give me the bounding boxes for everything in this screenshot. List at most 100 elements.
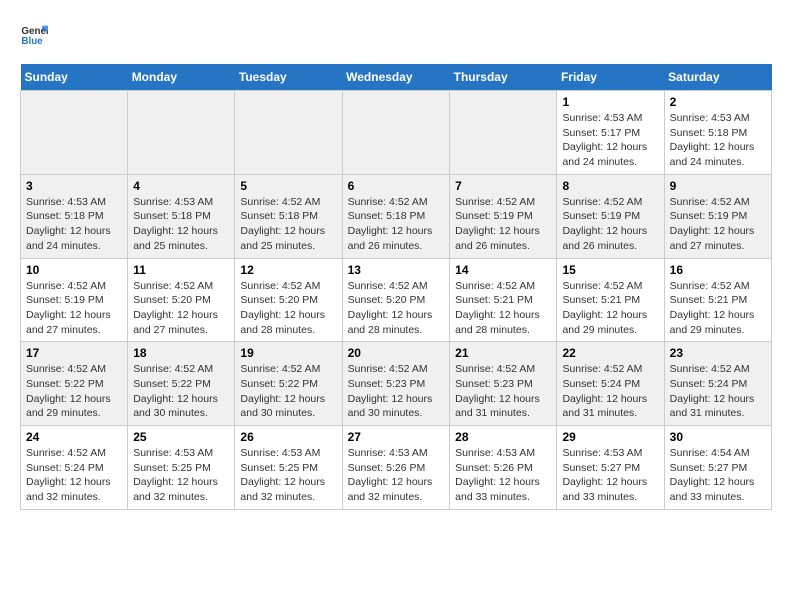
day-info: Sunrise: 4:52 AM Sunset: 5:20 PM Dayligh…	[348, 279, 445, 338]
calendar-day-empty	[21, 91, 128, 175]
day-number: 23	[670, 346, 766, 360]
calendar-day-14: 14Sunrise: 4:52 AM Sunset: 5:21 PM Dayli…	[450, 258, 557, 342]
header-friday: Friday	[557, 64, 664, 91]
day-number: 17	[26, 346, 122, 360]
day-number: 22	[562, 346, 658, 360]
day-info: Sunrise: 4:53 AM Sunset: 5:25 PM Dayligh…	[133, 446, 229, 505]
header-wednesday: Wednesday	[342, 64, 450, 91]
header-saturday: Saturday	[664, 64, 771, 91]
header-thursday: Thursday	[450, 64, 557, 91]
header-sunday: Sunday	[21, 64, 128, 91]
day-number: 8	[562, 179, 658, 193]
day-number: 21	[455, 346, 551, 360]
day-info: Sunrise: 4:53 AM Sunset: 5:25 PM Dayligh…	[240, 446, 336, 505]
day-number: 1	[562, 95, 658, 109]
calendar-day-25: 25 Sunrise: 4:53 AM Sunset: 5:25 PM Dayli…	[128, 426, 235, 510]
calendar-day-19: 19Sunrise: 4:52 AM Sunset: 5:22 PM Dayli…	[235, 342, 342, 426]
day-info: Sunrise: 4:52 AM Sunset: 5:20 PM Dayligh…	[240, 279, 336, 338]
calendar-day-27: 27Sunrise: 4:53 AM Sunset: 5:26 PM Dayli…	[342, 426, 450, 510]
day-number: 30	[670, 430, 766, 444]
calendar-day-empty	[450, 91, 557, 175]
day-info: Sunrise: 4:52 AM Sunset: 5:18 PM Dayligh…	[348, 195, 445, 254]
calendar-day-10: 10 Sunrise: 4:52 AM Sunset: 5:19 PM Dayli…	[21, 258, 128, 342]
logo: General Blue	[20, 20, 52, 48]
calendar-day-20: 20 Sunrise: 4:52 AM Sunset: 5:23 PM Dayli…	[342, 342, 450, 426]
day-info: Sunrise: 4:54 AM Sunset: 5:27 PM Dayligh…	[670, 446, 766, 505]
calendar-day-17: 17 Sunrise: 4:52 AM Sunset: 5:22 PM Dayli…	[21, 342, 128, 426]
calendar-day-29: 29 Sunrise: 4:53 AM Sunset: 5:27 PM Dayli…	[557, 426, 664, 510]
calendar-week-3: 10 Sunrise: 4:52 AM Sunset: 5:19 PM Dayli…	[21, 258, 772, 342]
day-info: Sunrise: 4:52 AM Sunset: 5:24 PM Dayligh…	[26, 446, 122, 505]
day-number: 2	[670, 95, 766, 109]
day-number: 26	[240, 430, 336, 444]
day-number: 10	[26, 263, 122, 277]
day-number: 18	[133, 346, 229, 360]
calendar-header-row: SundayMondayTuesdayWednesdayThursdayFrid…	[21, 64, 772, 91]
day-info: Sunrise: 4:53 AM Sunset: 5:18 PM Dayligh…	[133, 195, 229, 254]
day-number: 5	[240, 179, 336, 193]
day-info: Sunrise: 4:52 AM Sunset: 5:23 PM Dayligh…	[348, 362, 445, 421]
day-number: 16	[670, 263, 766, 277]
day-info: Sunrise: 4:52 AM Sunset: 5:22 PM Dayligh…	[133, 362, 229, 421]
calendar-day-7: 7 Sunrise: 4:52 AM Sunset: 5:19 PM Daylig…	[450, 174, 557, 258]
day-info: Sunrise: 4:52 AM Sunset: 5:21 PM Dayligh…	[455, 279, 551, 338]
calendar-week-4: 17 Sunrise: 4:52 AM Sunset: 5:22 PM Dayli…	[21, 342, 772, 426]
day-number: 7	[455, 179, 551, 193]
day-info: Sunrise: 4:52 AM Sunset: 5:19 PM Dayligh…	[670, 195, 766, 254]
calendar-day-15: 15 Sunrise: 4:52 AM Sunset: 5:21 PM Dayli…	[557, 258, 664, 342]
header-monday: Monday	[128, 64, 235, 91]
day-info: Sunrise: 4:52 AM Sunset: 5:19 PM Dayligh…	[562, 195, 658, 254]
calendar-day-8: 8 Sunrise: 4:52 AM Sunset: 5:19 PM Daylig…	[557, 174, 664, 258]
day-info: Sunrise: 4:52 AM Sunset: 5:22 PM Dayligh…	[26, 362, 122, 421]
calendar-day-18: 18 Sunrise: 4:52 AM Sunset: 5:22 PM Dayli…	[128, 342, 235, 426]
calendar-day-28: 28 Sunrise: 4:53 AM Sunset: 5:26 PM Dayli…	[450, 426, 557, 510]
calendar-day-16: 16 Sunrise: 4:52 AM Sunset: 5:21 PM Dayli…	[664, 258, 771, 342]
day-number: 28	[455, 430, 551, 444]
calendar-day-21: 21Sunrise: 4:52 AM Sunset: 5:23 PM Dayli…	[450, 342, 557, 426]
calendar-day-1: 1 Sunrise: 4:53 AM Sunset: 5:17 PM Daylig…	[557, 91, 664, 175]
calendar-day-30: 30 Sunrise: 4:54 AM Sunset: 5:27 PM Dayli…	[664, 426, 771, 510]
calendar-day-12: 12Sunrise: 4:52 AM Sunset: 5:20 PM Dayli…	[235, 258, 342, 342]
day-info: Sunrise: 4:52 AM Sunset: 5:19 PM Dayligh…	[26, 279, 122, 338]
calendar-day-24: 24Sunrise: 4:52 AM Sunset: 5:24 PM Dayli…	[21, 426, 128, 510]
day-number: 20	[348, 346, 445, 360]
calendar-day-3: 3Sunrise: 4:53 AM Sunset: 5:18 PM Daylig…	[21, 174, 128, 258]
calendar-day-11: 11 Sunrise: 4:52 AM Sunset: 5:20 PM Dayli…	[128, 258, 235, 342]
calendar-day-empty	[342, 91, 450, 175]
page-header: General Blue	[20, 20, 772, 48]
day-number: 27	[348, 430, 445, 444]
day-info: Sunrise: 4:52 AM Sunset: 5:21 PM Dayligh…	[562, 279, 658, 338]
day-info: Sunrise: 4:53 AM Sunset: 5:27 PM Dayligh…	[562, 446, 658, 505]
day-number: 9	[670, 179, 766, 193]
svg-text:Blue: Blue	[21, 36, 43, 47]
day-number: 13	[348, 263, 445, 277]
day-info: Sunrise: 4:52 AM Sunset: 5:19 PM Dayligh…	[455, 195, 551, 254]
day-number: 4	[133, 179, 229, 193]
calendar-week-1: 1 Sunrise: 4:53 AM Sunset: 5:17 PM Daylig…	[21, 91, 772, 175]
calendar-day-23: 23 Sunrise: 4:52 AM Sunset: 5:24 PM Dayli…	[664, 342, 771, 426]
day-info: Sunrise: 4:52 AM Sunset: 5:20 PM Dayligh…	[133, 279, 229, 338]
calendar-day-empty	[128, 91, 235, 175]
day-info: Sunrise: 4:52 AM Sunset: 5:22 PM Dayligh…	[240, 362, 336, 421]
day-info: Sunrise: 4:52 AM Sunset: 5:21 PM Dayligh…	[670, 279, 766, 338]
day-info: Sunrise: 4:52 AM Sunset: 5:24 PM Dayligh…	[670, 362, 766, 421]
calendar-week-5: 24Sunrise: 4:52 AM Sunset: 5:24 PM Dayli…	[21, 426, 772, 510]
day-info: Sunrise: 4:53 AM Sunset: 5:17 PM Dayligh…	[562, 111, 658, 170]
day-number: 15	[562, 263, 658, 277]
day-info: Sunrise: 4:52 AM Sunset: 5:18 PM Dayligh…	[240, 195, 336, 254]
day-info: Sunrise: 4:53 AM Sunset: 5:26 PM Dayligh…	[455, 446, 551, 505]
calendar-day-2: 2 Sunrise: 4:53 AM Sunset: 5:18 PM Daylig…	[664, 91, 771, 175]
calendar-day-26: 26 Sunrise: 4:53 AM Sunset: 5:25 PM Dayli…	[235, 426, 342, 510]
header-tuesday: Tuesday	[235, 64, 342, 91]
day-number: 29	[562, 430, 658, 444]
logo-icon: General Blue	[20, 20, 48, 48]
day-number: 6	[348, 179, 445, 193]
calendar-table: SundayMondayTuesdayWednesdayThursdayFrid…	[20, 64, 772, 510]
day-number: 25	[133, 430, 229, 444]
day-number: 11	[133, 263, 229, 277]
calendar-day-22: 22Sunrise: 4:52 AM Sunset: 5:24 PM Dayli…	[557, 342, 664, 426]
calendar-day-5: 5 Sunrise: 4:52 AM Sunset: 5:18 PM Daylig…	[235, 174, 342, 258]
day-info: Sunrise: 4:53 AM Sunset: 5:18 PM Dayligh…	[670, 111, 766, 170]
calendar-day-6: 6 Sunrise: 4:52 AM Sunset: 5:18 PM Daylig…	[342, 174, 450, 258]
calendar-day-empty	[235, 91, 342, 175]
